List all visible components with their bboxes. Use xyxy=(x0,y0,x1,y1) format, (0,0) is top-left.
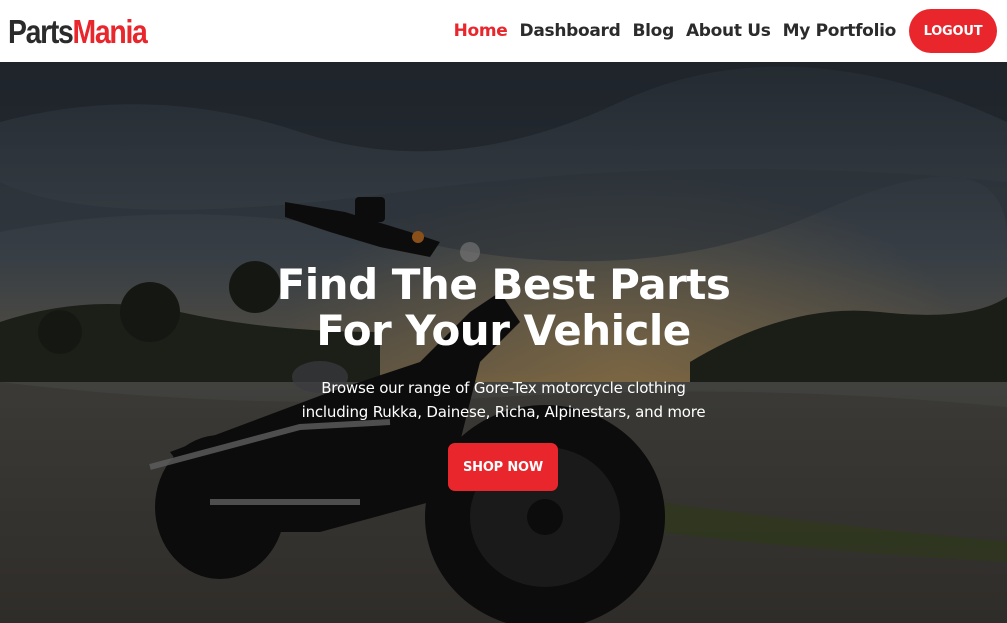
hero-subtitle-line2: including Rukka, Dainese, Richa, Alpines… xyxy=(301,403,706,421)
hero-title: Find The Best Parts For Your Vehicle xyxy=(0,262,1007,354)
nav-dashboard[interactable]: Dashboard xyxy=(514,21,627,41)
site-header: Parts Mania Home Dashboard Blog About Us … xyxy=(0,0,1007,62)
hero-section: Find The Best Parts For Your Vehicle Bro… xyxy=(0,62,1007,623)
nav-blog[interactable]: Blog xyxy=(627,21,680,41)
nav-my-portfolio[interactable]: My Portfolio xyxy=(777,21,902,41)
nav-home[interactable]: Home xyxy=(448,21,514,41)
hero-subtitle: Browse our range of Gore-Tex motorcycle … xyxy=(0,376,1007,424)
hero-title-line2: For Your Vehicle xyxy=(316,306,691,355)
hero-subtitle-line1: Browse our range of Gore-Tex motorcycle … xyxy=(321,379,686,397)
shop-now-button[interactable]: SHOP NOW xyxy=(448,443,558,491)
hero-content: Find The Best Parts For Your Vehicle Bro… xyxy=(0,62,1007,623)
brand-logo[interactable]: Parts Mania xyxy=(8,12,148,50)
main-nav: Home Dashboard Blog About Us My Portfoli… xyxy=(448,0,997,62)
logout-button[interactable]: LOGOUT xyxy=(909,9,997,53)
brand-logo-part1: Parts xyxy=(8,12,74,50)
hero-title-line1: Find The Best Parts xyxy=(276,260,731,309)
brand-logo-part2: Mania xyxy=(72,12,148,50)
nav-about-us[interactable]: About Us xyxy=(680,21,777,41)
